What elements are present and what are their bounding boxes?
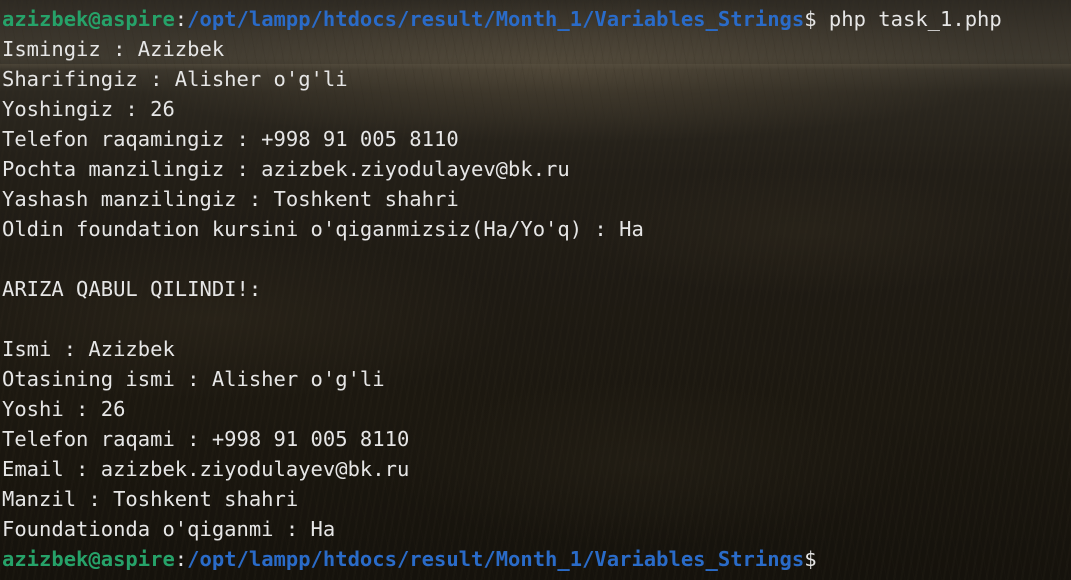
prompt-symbol: $ <box>804 547 817 571</box>
output-line: Otasining ismi : Alisher o'g'li <box>2 367 385 391</box>
output-line: ARIZA QABUL QILINDI!: <box>2 277 262 301</box>
prompt-path: /opt/lampp/htdocs/result/Month_1/Variabl… <box>187 7 805 31</box>
output-line: Oldin foundation kursini o'qiganmizsiz(H… <box>2 217 644 241</box>
output-line: Telefon raqami : +998 91 005 8110 <box>2 427 410 451</box>
output-line: Ismingiz : Azizbek <box>2 37 225 61</box>
output-line: Yashash manzilingiz : Toshkent shahri <box>2 187 459 211</box>
output-line: Ismi : Azizbek <box>2 337 175 361</box>
prompt-user-host: azizbek@aspire <box>2 7 175 31</box>
output-line: Foundationda o'qiganmi : Ha <box>2 517 336 541</box>
prompt-separator: : <box>174 547 188 571</box>
output-line: Yoshi : 26 <box>2 397 126 421</box>
prompt-separator: : <box>174 7 188 31</box>
prompt-path: /opt/lampp/htdocs/result/Month_1/Variabl… <box>187 547 805 571</box>
prompt-command: php task_1.php <box>816 7 1002 31</box>
command-prompt-line: azizbek@aspire:/opt/lampp/htdocs/result/… <box>2 4 1071 34</box>
output-line: Manzil : Toshkent shahri <box>2 487 299 511</box>
terminal-window[interactable]: azizbek@aspire:/opt/lampp/htdocs/result/… <box>2 4 1071 580</box>
output-line: Pochta manzilingiz : azizbek.ziyodulayev… <box>2 157 570 181</box>
output-line: Email : azizbek.ziyodulayev@bk.ru <box>2 457 410 481</box>
output-line: Telefon raqamingiz : +998 91 005 8110 <box>2 127 459 151</box>
output-line: Yoshingiz : 26 <box>2 97 175 121</box>
prompt-symbol: $ <box>804 7 817 31</box>
active-prompt-line[interactable]: azizbek@aspire:/opt/lampp/htdocs/result/… <box>2 544 1071 574</box>
prompt-user-host: azizbek@aspire <box>2 547 175 571</box>
output-line: Sharifingiz : Alisher o'g'li <box>2 67 348 91</box>
